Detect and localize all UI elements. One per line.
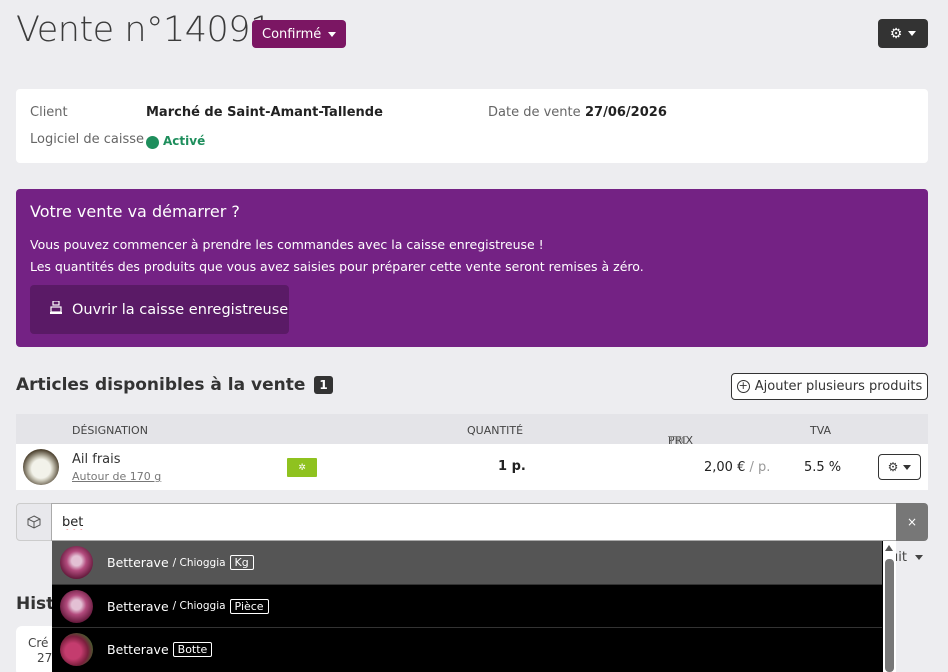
- pos-status: Activé: [146, 132, 205, 149]
- status-dropdown-button[interactable]: Confirmé: [252, 20, 347, 48]
- chevron-down-icon: [914, 555, 923, 560]
- history-created: Cré 27: [28, 636, 52, 666]
- suggestion-unit: Botte: [172, 641, 213, 657]
- pos-status-text: Activé: [163, 133, 206, 148]
- page-title: Vente n°14091: [16, 10, 272, 50]
- suggestion-variety: / Chioggia: [172, 556, 226, 569]
- suggestion-name: Betterave: [107, 555, 169, 570]
- settings-menu-button[interactable]: ⚙: [878, 19, 928, 48]
- col-quantity: QUANTITÉ: [467, 424, 524, 437]
- status-label: Confirmé: [262, 26, 322, 42]
- row-actions-button[interactable]: ⚙: [878, 454, 921, 480]
- client-value: Marché de Saint-Amant-Tallende: [146, 105, 383, 120]
- box-icon: [16, 503, 52, 541]
- suggestion-item[interactable]: Betterave / Chioggia Pièce: [52, 584, 882, 627]
- articles-table-header: DÉSIGNATION QUANTITÉ PRIX UNITAIRE TTC T…: [16, 414, 928, 460]
- autocomplete-dropdown: Betterave / Chioggia Kg Betterave / Chio…: [52, 541, 896, 672]
- product-search: ×: [16, 503, 928, 541]
- col-designation: DÉSIGNATION: [72, 424, 148, 437]
- gear-icon: ⚙: [889, 25, 903, 42]
- product-price: 2,00 € / p.: [704, 460, 770, 475]
- add-products-button[interactable]: + Ajouter plusieurs produits: [731, 373, 928, 400]
- articles-title: Articles disponibles à la vente: [16, 375, 306, 395]
- add-products-label: Ajouter plusieurs produits: [754, 379, 923, 394]
- product-thumbnail: [60, 589, 93, 623]
- plus-circle-icon: +: [736, 379, 750, 393]
- product-thumbnail: [60, 632, 93, 666]
- suggestion-item[interactable]: Betterave Botte: [52, 627, 882, 670]
- client-label: Client: [30, 105, 68, 120]
- suggestion-unit: Pièce: [229, 598, 269, 614]
- open-register-label: Ouvrir la caisse enregistreuse: [72, 301, 289, 318]
- scroll-up-arrow-icon[interactable]: [885, 545, 893, 551]
- start-panel-line1: Vous pouvez commencer à prendre les comm…: [30, 237, 544, 252]
- clear-search-button[interactable]: ×: [896, 503, 928, 541]
- product-thumbnail: [60, 546, 93, 579]
- chevron-down-icon: [908, 31, 917, 36]
- scroll-thumb[interactable]: [885, 559, 894, 672]
- product-image: [23, 449, 59, 485]
- organic-label-icon: ✲: [287, 458, 317, 477]
- chevron-down-icon: [903, 464, 912, 470]
- sale-info-card: Client Marché de Saint-Amant-Tallende Da…: [16, 89, 928, 163]
- articles-section-title: Articles disponibles à la vente 1: [16, 375, 333, 395]
- suggestion-item[interactable]: Betterave / Chioggia Kg: [52, 541, 882, 584]
- gear-icon: ⚙: [887, 460, 899, 474]
- articles-count-badge: 1: [314, 376, 333, 394]
- product-vat: 5.5 %: [804, 460, 842, 475]
- open-register-button[interactable]: Ouvrir la caisse enregistreuse: [30, 285, 289, 334]
- start-panel-line2: Les quantités des produits que vous avez…: [30, 259, 644, 274]
- product-price-unit: / p.: [749, 460, 771, 475]
- table-row: Ail frais Autour de 170 g ✲ 1 p. 2,00 € …: [16, 444, 928, 490]
- product-price-value: 2,00 €: [704, 460, 746, 475]
- col-vat: TVA: [810, 424, 832, 437]
- search-input[interactable]: [51, 503, 897, 541]
- product-quantity: 1 p.: [498, 459, 526, 474]
- dropdown-scrollbar[interactable]: [883, 541, 896, 672]
- start-sale-panel: Votre vente va démarrer ? Vous pouvez co…: [16, 189, 928, 347]
- history-created-date: 27: [37, 651, 53, 665]
- history-created-label: Cré: [28, 636, 49, 650]
- suggestion-name: Betterave: [107, 598, 169, 614]
- suggestion-name: Betterave: [107, 641, 169, 657]
- product-name[interactable]: Ail frais: [72, 452, 121, 467]
- history-title: Hist: [16, 594, 55, 614]
- date-value: 27/06/2026: [585, 105, 667, 120]
- date-label: Date de vente: [488, 105, 581, 120]
- start-panel-title: Votre vente va démarrer ?: [30, 202, 240, 221]
- suggestion-unit: Kg: [229, 555, 254, 570]
- cash-register-icon: [50, 300, 62, 318]
- status-dot-icon: [146, 136, 159, 149]
- chevron-down-icon: [328, 31, 337, 37]
- pos-label: Logiciel de caisse: [30, 132, 144, 147]
- product-weight-link[interactable]: Autour de 170 g: [72, 470, 161, 483]
- suggestion-variety: / Chioggia: [172, 600, 226, 612]
